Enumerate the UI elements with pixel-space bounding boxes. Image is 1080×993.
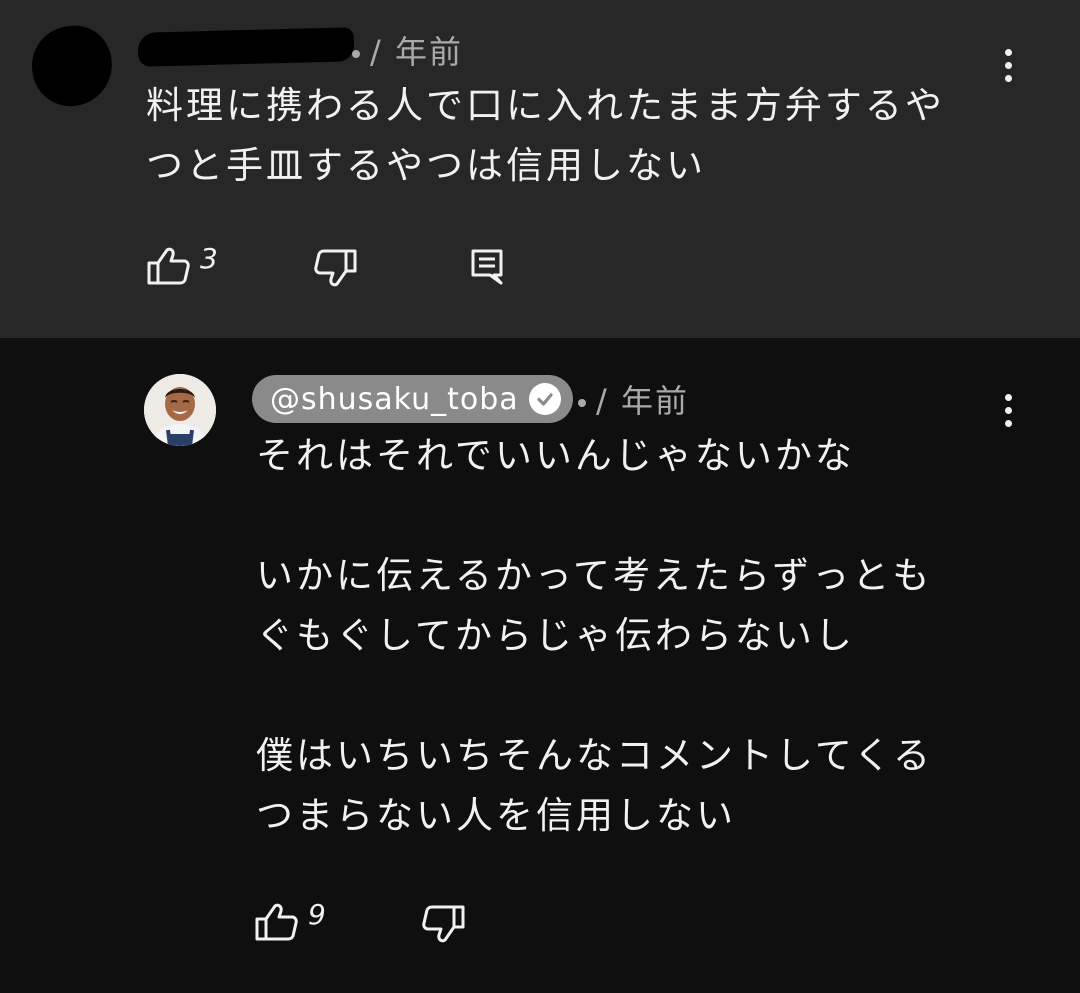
author-name: @shusaku_toba bbox=[270, 381, 519, 417]
reply-text: それはそれでいいんじゃないかな いかに伝えるかって考えたらずっとも ぐもぐしてか… bbox=[256, 434, 934, 837]
separator-dot bbox=[578, 399, 586, 407]
reply-button[interactable] bbox=[470, 248, 504, 286]
dislike-button[interactable] bbox=[422, 904, 466, 944]
reply-icon bbox=[471, 249, 503, 285]
thumbs-up-icon bbox=[255, 903, 298, 941]
more-vert-icon[interactable] bbox=[988, 40, 1028, 90]
like-button[interactable]: 3 bbox=[146, 242, 218, 286]
verified-check-icon bbox=[528, 383, 561, 415]
more-vert-icon[interactable] bbox=[988, 385, 1028, 435]
separator-dot bbox=[352, 50, 360, 58]
redacted-avatar bbox=[26, 20, 118, 112]
author-chip[interactable]: @shusaku_toba bbox=[252, 375, 573, 423]
thumbs-down-icon bbox=[422, 905, 465, 943]
like-count: 9 bbox=[308, 898, 326, 931]
redacted-author-name bbox=[137, 27, 355, 67]
thumbs-down-icon bbox=[314, 249, 357, 287]
author-avatar[interactable] bbox=[144, 374, 216, 446]
comment-text: 料理に携わる人で口に入れたまま方弁するや つと手皿するやつは信用しない bbox=[146, 84, 945, 187]
like-button[interactable]: 9 bbox=[254, 898, 326, 942]
parent-comment: / 年前 料理に携わる人で口に入れたまま方弁するや つと手皿するやつは信用しない… bbox=[0, 0, 1080, 338]
reply-meta: / 年前 bbox=[578, 376, 689, 422]
reply-time: / 年前 bbox=[596, 382, 689, 420]
thumbs-up-icon bbox=[147, 247, 190, 285]
avatar-portrait bbox=[144, 374, 216, 446]
comment-meta: / 年前 bbox=[352, 27, 463, 73]
dislike-button[interactable] bbox=[314, 248, 358, 288]
comment-time: / 年前 bbox=[370, 33, 463, 71]
like-count: 3 bbox=[200, 242, 218, 275]
